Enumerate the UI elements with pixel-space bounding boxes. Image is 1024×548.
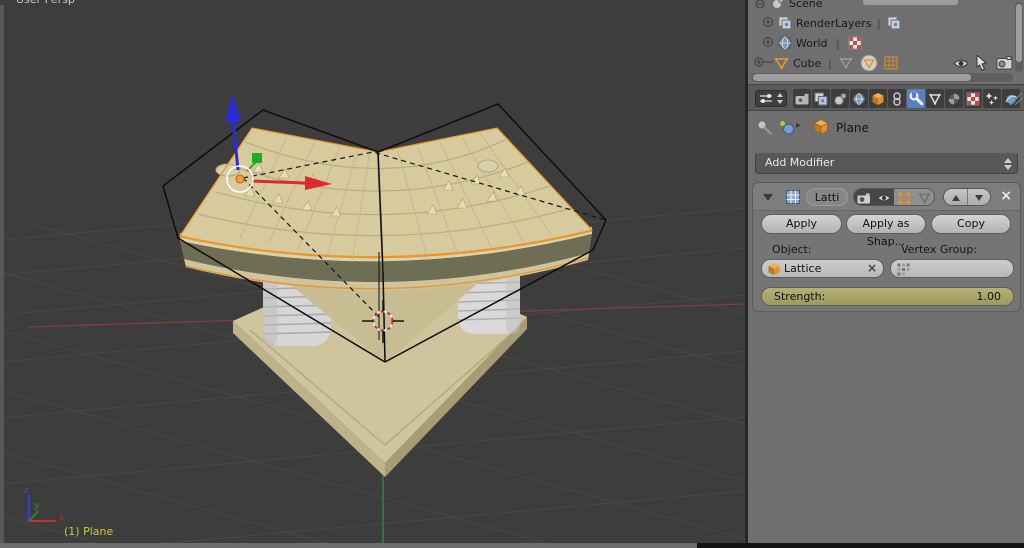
modifier-reorder-buttons [943,188,991,206]
tab-object-data[interactable] [926,89,944,108]
active-object-label: (1) Plane [64,525,114,538]
move-modifier-up-button[interactable] [944,189,967,205]
expand-icon[interactable] [762,16,774,28]
tab-world[interactable] [850,89,868,108]
mini-axis-gizmo: z y x [24,486,65,523]
properties-tab-strip[interactable] [793,89,1020,108]
outliner-horizontal-scrollbar[interactable] [751,73,1013,82]
collapse-triangle-icon[interactable] [763,194,773,201]
object-cube-icon [768,263,780,275]
tab-constraints[interactable] [888,89,906,108]
strength-label: Strength: [774,290,826,303]
add-modifier-dropdown[interactable]: Add Modifier [755,152,1018,174]
axis-z-label: z [24,486,29,496]
tab-material[interactable] [945,89,963,108]
scene-icon [772,0,784,9]
texture-badge-icon [848,36,862,50]
axis-y-label: y [34,501,40,511]
apply-as-shape-button[interactable]: Apply as Shap... [846,214,926,248]
renderlayers-badge-icon [887,16,901,30]
outliner-row-scene[interactable]: Scene [748,0,1024,14]
world-icon [778,36,792,50]
tab-texture[interactable] [964,89,982,108]
vertex-group-field-label: Vertex Group: [901,243,978,256]
outliner-row-label[interactable]: Scene [789,0,823,10]
vertex-group-icon [897,263,910,276]
outliner-row-label[interactable]: Cube [793,57,821,70]
lattice-data-icon [860,54,878,72]
outliner[interactable]: Scene RenderLayers | World | Cube | [748,0,1024,84]
outliner-vertical-scrollbar[interactable] [1015,2,1023,72]
render-visibility-toggle[interactable] [854,189,874,205]
dropdown-arrows-icon [1004,158,1012,170]
outliner-row-renderlayers[interactable]: RenderLayers | [748,14,1024,34]
tab-modifiers[interactable] [907,89,925,108]
move-modifier-down-button[interactable] [967,189,990,205]
object-cube-icon [813,119,829,135]
strength-slider[interactable]: Strength: 1.00 [761,287,1014,306]
vertex-group-field[interactable] [890,259,1014,278]
roof-end-cap [477,159,499,173]
gizmo-z-arrowhead[interactable] [225,94,241,122]
delete-modifier-button[interactable]: × [1000,187,1012,205]
viewport-left-border [0,5,4,543]
tab-particles[interactable] [983,89,1001,108]
pin-icon[interactable] [756,119,773,136]
collapse-icon[interactable] [754,0,766,8]
breadcrumb-caret: ▸ [796,120,802,131]
axis-x-label: x [59,513,65,523]
breadcrumb-object-name[interactable]: Plane [836,121,869,135]
viewport-canvas[interactable]: z y x [0,0,745,543]
object-data-icon [779,120,794,135]
lattice-modifier-panel: × Apply Apply as Shap... Copy Object: Ve… [752,182,1021,312]
expand-icon[interactable] [754,56,774,68]
breadcrumb: ▸ Plane [748,112,1024,144]
apply-button[interactable]: Apply [761,214,842,234]
modifier-name-field[interactable] [806,188,848,206]
eye-icon[interactable] [953,58,969,69]
gizmo-y-handle[interactable] [252,153,262,163]
lattice-object-value: Lattice [784,262,822,275]
object-origin [235,174,245,184]
copy-button[interactable]: Copy [931,214,1011,234]
sidebar: Scene RenderLayers | World | Cube | ▸ Pl… [745,0,1024,543]
lattice-object-field[interactable]: Lattice × [761,259,884,278]
outliner-row-label[interactable]: RenderLayers [796,17,872,30]
viewport-visibility-toggle[interactable] [874,189,894,205]
renderlayers-icon [778,16,792,30]
tab-scene[interactable] [831,89,849,108]
tab-render[interactable] [793,89,811,108]
outliner-row-world[interactable]: World | [748,34,1024,54]
3d-viewport[interactable]: z y x User Persp (1) Plane [0,0,745,543]
expand-icon[interactable] [762,36,774,48]
viewport-mode-label: User Persp [16,0,75,6]
modifier-display-toggles [853,188,935,206]
properties-editor: ▸ Plane Add Modifier Latti × Apply Apply… [748,112,1024,543]
lattice-icon [774,57,789,70]
outliner-row-cube[interactable]: Cube | [748,54,1024,74]
object-field-label: Object: [772,243,812,256]
blender-window: z y x User Persp (1) Plane Scene [0,0,1024,548]
editor-type-selector[interactable] [755,90,787,107]
lattice-modifier-icon [786,190,800,204]
bottom-dark-strip [697,543,1024,548]
tab-render-layers[interactable] [812,89,830,108]
lattice-grid-icon [884,56,898,70]
strength-value: 1.00 [976,290,1002,303]
lattice-modifier-icon [839,57,853,69]
gizmo-x-arrow[interactable] [251,179,306,185]
outliner-row-label[interactable]: World [796,37,828,50]
add-modifier-label: Add Modifier [765,156,835,169]
timeline-header-strip[interactable] [0,543,697,548]
properties-header[interactable] [748,84,1024,111]
camera-restrict-icon[interactable] [996,56,1013,70]
panel-resize-grip[interactable] [1004,87,1022,105]
clear-object-icon[interactable]: × [867,261,877,275]
cage-edit-toggle[interactable] [914,189,934,205]
pointer-icon[interactable] [976,55,989,71]
modifier-panel-header[interactable]: × [753,183,1020,211]
tab-object[interactable] [869,89,887,108]
edit-mode-toggle[interactable] [894,189,914,205]
